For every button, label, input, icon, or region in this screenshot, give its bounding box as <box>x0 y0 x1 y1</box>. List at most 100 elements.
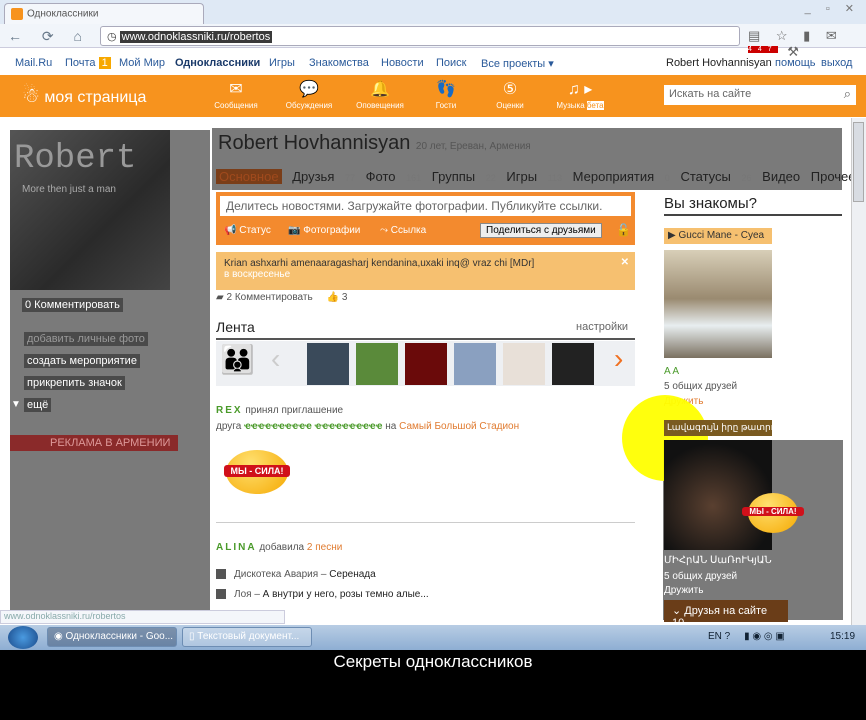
five-icon: ⑤ <box>502 81 518 98</box>
person-status[interactable]: Լավագույն իրը թատրոն է, <box>664 420 772 436</box>
music-nav[interactable]: ♫ ▸ Музыка бета <box>550 79 610 110</box>
friends-photo-strip: 👪 ‹ › <box>216 341 635 386</box>
discussions-nav[interactable]: 💬 Обсуждения <box>279 79 339 110</box>
taskbar-notepad[interactable]: ▯ Текстовый документ... <box>182 627 312 647</box>
help-link[interactable]: помощь <box>775 57 816 69</box>
video-caption: Секреты одноклассников <box>0 650 866 720</box>
ok-favicon-icon <box>11 8 23 20</box>
feed-settings-link[interactable]: настройки <box>576 321 628 333</box>
mailru-bar: Mail.Ru Почта 1 Мой Мир Одноклассники Иг… <box>0 54 866 74</box>
tab-photos[interactable]: Фото 161 <box>366 169 422 184</box>
we-are-strong-badge: МЫ - СИЛА! <box>742 493 804 533</box>
next-arrow-icon[interactable]: › <box>614 343 656 385</box>
logout-link[interactable]: выход <box>821 57 852 69</box>
mutual-friends-link[interactable]: 5 общих друзей <box>664 571 737 582</box>
scrollbar-thumb[interactable] <box>853 122 864 202</box>
status-url: www.odnoklassniki.ru/robertos <box>0 610 285 624</box>
person-photo[interactable] <box>664 440 772 550</box>
friend-thumb[interactable] <box>503 343 545 385</box>
my-page-logo[interactable]: ☃ моя страница <box>22 83 146 108</box>
taskbar: ◉ Одноклассники - Goo... ▯ Текстовый док… <box>0 625 866 650</box>
more-link[interactable]: ещё <box>24 398 52 412</box>
search-link[interactable]: Поиск <box>436 57 466 69</box>
games-link[interactable]: Игры <box>269 57 295 69</box>
status-actions: ▰ 2 Комментировать 👍 3 <box>216 292 348 303</box>
profile-name: Robert Hovhannisyan 20 лет, Ереван, Арме… <box>218 132 531 154</box>
person-photo[interactable] <box>664 250 772 358</box>
feed-item-alina: ALINA добавила 2 песни <box>216 542 343 553</box>
like-icon[interactable]: 👍 <box>327 292 339 303</box>
tab-video[interactable]: Видео <box>762 169 800 184</box>
song-item[interactable]: Дискотека Авария – Серенада <box>216 569 376 580</box>
status-action[interactable]: 📢 Статус <box>224 225 271 236</box>
ok-link[interactable]: Одноклассники <box>175 57 260 69</box>
share-with-friends-button[interactable]: Поделиться с друзьями <box>480 223 602 238</box>
close-icon[interactable]: ✕ <box>621 257 629 268</box>
tab-main[interactable]: Основное <box>216 169 282 184</box>
person-status[interactable]: ▶ Gucci Mane - Cyea <box>664 228 772 244</box>
we-are-strong-badge[interactable]: МЫ - СИЛА! <box>224 450 290 494</box>
document-icon: ▯ <box>189 631 195 642</box>
tab-friends[interactable]: Друзья 77 <box>292 169 355 184</box>
mailru-link[interactable]: Mail.Ru <box>15 57 52 69</box>
mutual-friends-link[interactable]: 5 общих друзей <box>664 381 737 392</box>
camera-icon: 📷 <box>288 225 301 236</box>
add-photos-link[interactable]: добавить личные фото <box>24 332 148 346</box>
photo-comment-link[interactable]: 0 Комментировать <box>22 298 123 312</box>
friends-online-button[interactable]: ⌄ Друзья на сайте 10 <box>664 600 788 629</box>
dating-link[interactable]: Знакомства <box>309 57 369 69</box>
guests-nav[interactable]: 👣 Гости <box>416 79 476 110</box>
add-friend-link[interactable]: Дружить <box>664 585 703 596</box>
profile-photo[interactable]: Robert More then just a man <box>10 130 170 290</box>
tab-games[interactable]: Игры 113 <box>506 169 562 184</box>
divider <box>216 338 635 340</box>
share-input[interactable]: Делитесь новостями. Загружайте фотографи… <box>220 196 631 216</box>
person-name[interactable]: A A <box>664 366 679 377</box>
start-button[interactable] <box>8 626 38 649</box>
moimir-link[interactable]: Мой Мир <box>119 57 165 69</box>
news-link[interactable]: Новости <box>381 57 424 69</box>
person-name[interactable]: ՄԻՀրԱՆ ՍաՌոՒԿյԱՆ <box>664 555 772 566</box>
comment-link[interactable]: 2 Комментировать <box>226 292 312 303</box>
messages-nav[interactable]: ✉ Сообщения <box>206 79 266 110</box>
ok-logo-icon: ☃ <box>22 85 40 107</box>
window-controls[interactable]: _ ▫ ✕ <box>805 2 860 15</box>
tab-statuses[interactable]: Статусы 26 <box>680 169 751 184</box>
profile-tabs: Основное Друзья 77 Фото 161 Группы 22 Иг… <box>216 169 866 185</box>
lock-icon[interactable]: 🔓 <box>616 223 631 237</box>
photos-action[interactable]: 📷 Фотографии <box>288 225 360 236</box>
friend-thumb[interactable] <box>307 343 349 385</box>
all-projects-link[interactable]: Все проекты ▾ <box>481 57 554 70</box>
clock: 15:19 <box>830 631 856 642</box>
play-icon <box>216 589 226 600</box>
taskbar-chrome[interactable]: ◉ Одноклассники - Goo... <box>47 627 177 647</box>
notifications-nav[interactable]: 🔔 Оповещения <box>350 79 410 110</box>
attach-badge-link[interactable]: прикрепить значок <box>24 376 125 390</box>
browser-toolbar: ← ⟳ ⌂ ◷ www.odnoklassniki.ru/robertos ▤ … <box>0 24 866 59</box>
mail-link[interactable]: Почта 1 <box>65 57 111 69</box>
system-tray[interactable]: EN ? ▮ ◉ ◎ ▣ <box>708 631 785 642</box>
song-item[interactable]: Лоя – А внутри у него, розы темно алые..… <box>216 589 429 600</box>
envelope-icon: ✉ <box>229 81 243 98</box>
create-event-link[interactable]: создать мероприятие <box>24 354 140 368</box>
friend-thumb[interactable] <box>405 343 447 385</box>
ratings-nav[interactable]: ⑤ Оценки <box>480 79 540 110</box>
nav-buttons-icon[interactable]: ← ⟳ ⌂ <box>8 28 90 45</box>
friend-thumb[interactable] <box>552 343 594 385</box>
chevron-down-icon: ⌄ <box>672 605 682 617</box>
tab-groups[interactable]: Группы 22 <box>432 169 496 184</box>
site-search-input[interactable]: Искать на сайте ⌕ <box>664 85 856 105</box>
browser-tab[interactable]: Одноклассники <box>4 3 204 24</box>
friend-thumb[interactable] <box>356 343 398 385</box>
friends-group-icon[interactable]: 👪 <box>220 343 262 385</box>
tab-events[interactable]: Мероприятия 0 <box>573 169 670 184</box>
status-date[interactable]: в воскресенье <box>224 269 627 280</box>
link-action[interactable]: ⤳ Ссылка <box>380 225 426 236</box>
chrome-icon: ◉ <box>54 631 63 642</box>
address-bar[interactable]: ◷ www.odnoklassniki.ru/robertos <box>100 26 740 46</box>
share-box: Делитесь новостями. Загружайте фотографи… <box>216 192 635 245</box>
friend-thumb[interactable] <box>454 343 496 385</box>
user-name-link[interactable]: Robert Hovhannisyan <box>666 57 772 69</box>
ad-header: РЕКЛАМА В АРМЕНИИ <box>10 435 178 451</box>
triangle-down-icon: ▼ <box>11 399 21 410</box>
